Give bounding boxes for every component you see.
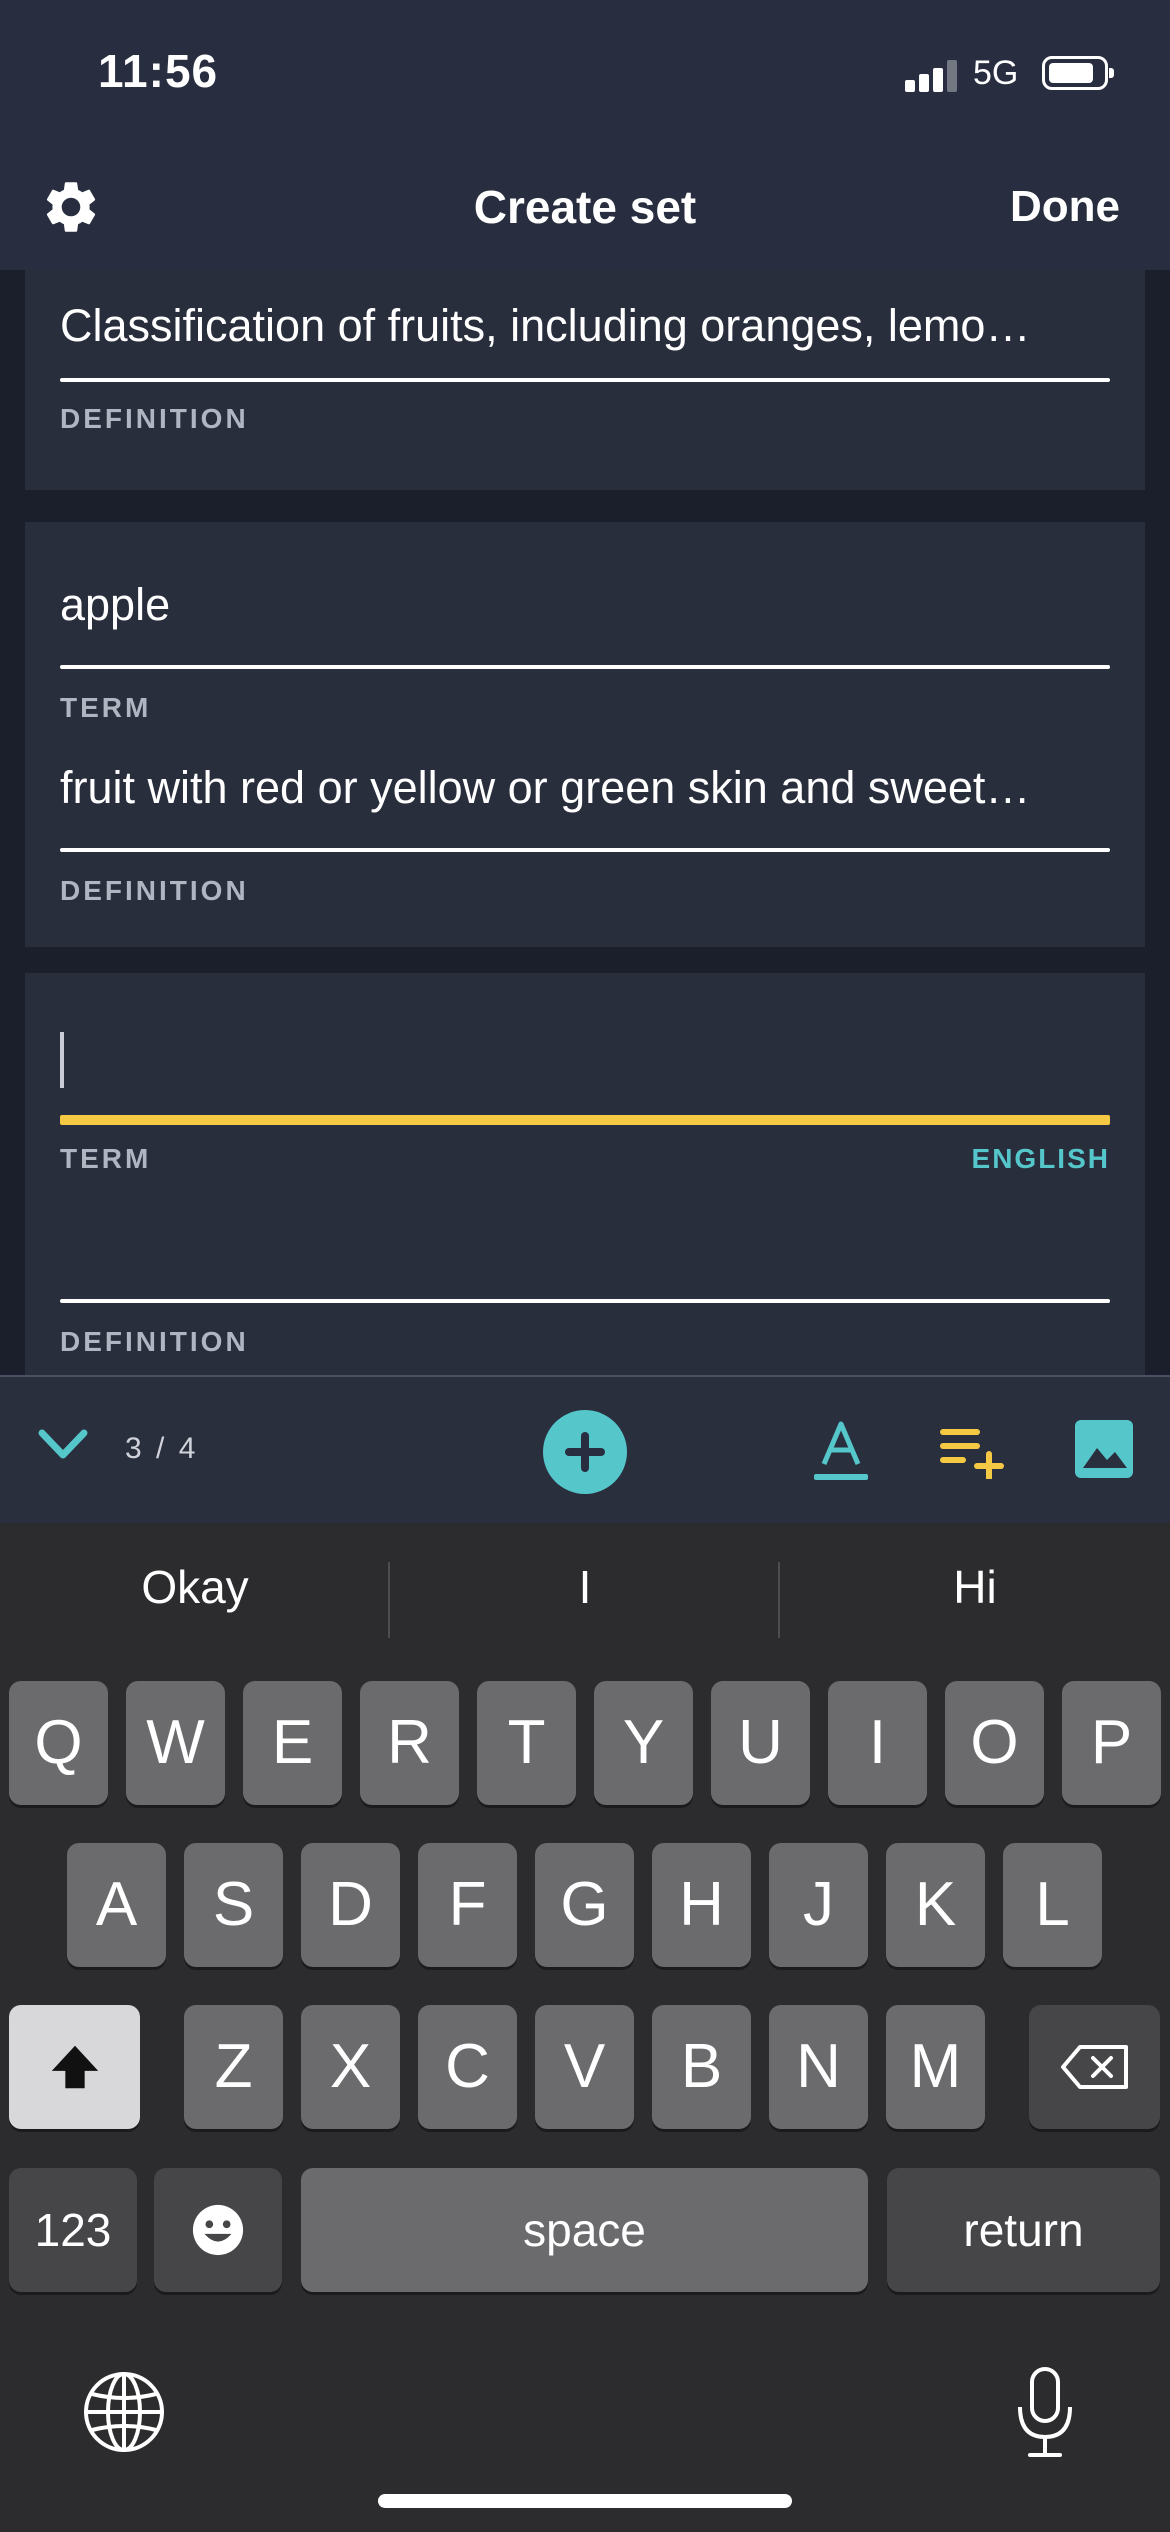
key-f[interactable]: F <box>418 1843 517 1967</box>
key-a[interactable]: A <box>67 1843 166 1967</box>
key-x[interactable]: X <box>301 2005 400 2129</box>
key-b[interactable]: B <box>652 2005 751 2129</box>
key-c[interactable]: C <box>418 2005 517 2129</box>
key-v[interactable]: V <box>535 2005 634 2129</box>
key-j[interactable]: J <box>769 1843 868 1967</box>
key-h[interactable]: H <box>652 1843 751 1967</box>
key-w[interactable]: W <box>126 1681 225 1805</box>
definition-underline <box>60 378 1110 382</box>
definition-field[interactable]: fruit with red or yellow or green skin a… <box>60 762 1030 814</box>
globe-icon[interactable] <box>82 2370 166 2454</box>
image-icon[interactable] <box>1075 1420 1133 1478</box>
card-2: apple TERM fruit with red or yellow or g… <box>25 522 1145 947</box>
signal-icon <box>905 60 957 92</box>
definition-label: DEFINITION <box>60 1326 249 1357</box>
numbers-key[interactable]: 123 <box>9 2168 137 2292</box>
text-cursor <box>60 1032 64 1088</box>
suggestion-2[interactable]: I <box>390 1560 780 1614</box>
home-indicator[interactable] <box>378 2494 792 2508</box>
emoji-key[interactable] <box>154 2168 282 2292</box>
chevron-down-icon[interactable] <box>36 1425 90 1465</box>
definition-label: DEFINITION <box>60 403 249 434</box>
done-button[interactable]: Done <box>1010 182 1120 232</box>
key-d[interactable]: D <box>301 1843 400 1967</box>
term-label: TERM <box>60 692 152 723</box>
suggestion-3[interactable]: Hi <box>780 1560 1170 1614</box>
key-o[interactable]: O <box>945 1681 1044 1805</box>
card-3: TERM ENGLISH DEFINITION <box>25 973 1145 1375</box>
key-e[interactable]: E <box>243 1681 342 1805</box>
backspace-icon <box>1060 2045 1128 2089</box>
key-g[interactable]: G <box>535 1843 634 1967</box>
key-k[interactable]: K <box>886 1843 985 1967</box>
page-title: Create set <box>473 181 697 233</box>
term-language-button[interactable]: ENGLISH <box>972 1143 1110 1175</box>
definition-label: DEFINITION <box>60 875 249 906</box>
text-format-icon[interactable] <box>810 1418 872 1484</box>
key-u[interactable]: U <box>711 1681 810 1805</box>
key-z[interactable]: Z <box>184 2005 283 2129</box>
network-type: 5G <box>973 54 1019 92</box>
term-label: TERM <box>60 1143 152 1174</box>
term-underline-active <box>60 1115 1110 1125</box>
cards-list: Classification of fruits, including oran… <box>0 270 1170 1375</box>
key-m[interactable]: M <box>886 2005 985 2129</box>
key-r[interactable]: R <box>360 1681 459 1805</box>
term-underline <box>60 665 1110 669</box>
space-key[interactable]: space <box>301 2168 868 2292</box>
card-counter: 3 / 4 <box>125 1432 199 1465</box>
key-y[interactable]: Y <box>594 1681 693 1805</box>
emoji-icon <box>192 2204 244 2256</box>
key-s[interactable]: S <box>184 1843 283 1967</box>
battery-icon <box>1042 56 1114 90</box>
microphone-icon[interactable] <box>1010 2365 1080 2461</box>
key-t[interactable]: T <box>477 1681 576 1805</box>
shift-arrow-icon <box>51 2045 98 2089</box>
delete-key[interactable] <box>1029 2005 1160 2129</box>
key-p[interactable]: P <box>1062 1681 1161 1805</box>
status-time: 11:56 <box>98 45 219 97</box>
return-key[interactable]: return <box>887 2168 1160 2292</box>
key-q[interactable]: Q <box>9 1681 108 1805</box>
key-i[interactable]: I <box>828 1681 927 1805</box>
definition-underline <box>60 1299 1110 1303</box>
term-field[interactable]: apple <box>60 579 170 631</box>
add-to-list-icon[interactable] <box>940 1425 1004 1479</box>
definition-field[interactable]: Classification of fruits, including oran… <box>60 300 1030 352</box>
add-card-button[interactable] <box>543 1410 627 1494</box>
definition-underline <box>60 848 1110 852</box>
suggestion-1[interactable]: Okay <box>0 1560 390 1614</box>
key-n[interactable]: N <box>769 2005 868 2129</box>
card-1: Classification of fruits, including oran… <box>25 270 1145 490</box>
key-l[interactable]: L <box>1003 1843 1102 1967</box>
shift-key[interactable] <box>9 2005 140 2129</box>
